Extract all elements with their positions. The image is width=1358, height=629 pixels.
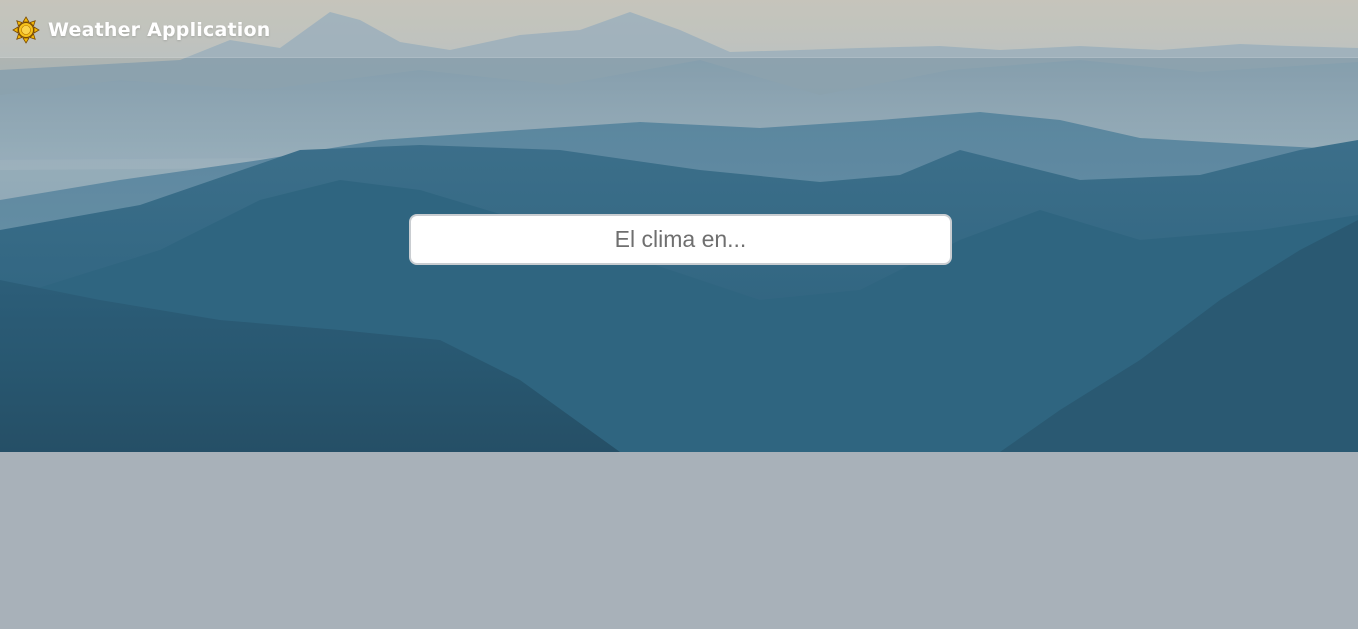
top-navbar: Weather Application [0,0,1358,58]
app-title: Weather Application [48,19,271,41]
sun-icon [12,16,40,44]
hero-banner: Weather Application [0,0,1358,452]
city-search-input[interactable] [409,214,952,265]
results-area [0,452,1358,629]
brand[interactable]: Weather Application [12,15,270,45]
